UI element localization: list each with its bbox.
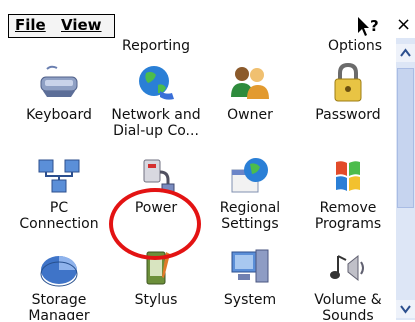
control-panel-grid: Reporting Options Keyboard Network and D… [0,38,396,320]
item-label: Password [315,107,381,123]
menu-file[interactable]: File [15,16,46,34]
item-label: Volume & Sounds [314,292,382,320]
item-label: Network and Dial-up Co... [111,107,201,139]
owner-icon [231,67,269,99]
item-label: Remove Programs [314,200,382,232]
close-button[interactable]: × [396,14,415,38]
menu-bar: File View ? × [0,0,415,38]
menu-group: File View [8,14,115,38]
chevron-down-icon [400,305,411,314]
scroll-thumb[interactable] [397,68,414,208]
item-label: Regional Settings [219,200,281,232]
storage-manager-icon [40,256,78,287]
password-icon [334,63,362,102]
keyboard-icon [40,65,78,97]
cut-label-options: Options [328,38,383,54]
help-button[interactable]: ? [354,14,384,38]
scroll-up-button[interactable] [396,44,415,62]
pc-connection-icon [38,159,80,193]
menu-file-label: File [15,16,46,34]
system-icon [231,249,269,283]
scroll-down-button[interactable] [396,300,415,318]
regional-settings-icon [231,158,268,193]
item-label: Keyboard [26,107,92,123]
item-label: PC Connection [19,200,99,232]
cut-label-reporting: Reporting [122,38,191,54]
volume-sounds-icon [330,254,364,282]
highlight-circle [109,188,201,260]
remove-programs-icon [336,161,360,191]
item-label: System [223,292,277,308]
svg-text:?: ? [370,17,379,35]
help-icon: ? [358,17,379,36]
close-icon: × [396,14,412,35]
network-icon [139,66,174,100]
item-label: Stylus [134,292,178,308]
vertical-scrollbar[interactable] [396,38,415,320]
item-label: Storage Manager [28,292,90,320]
chevron-up-icon [400,48,411,57]
menu-view[interactable]: View [61,16,102,34]
item-label: Owner [227,107,273,123]
menu-view-label: View [61,16,102,34]
